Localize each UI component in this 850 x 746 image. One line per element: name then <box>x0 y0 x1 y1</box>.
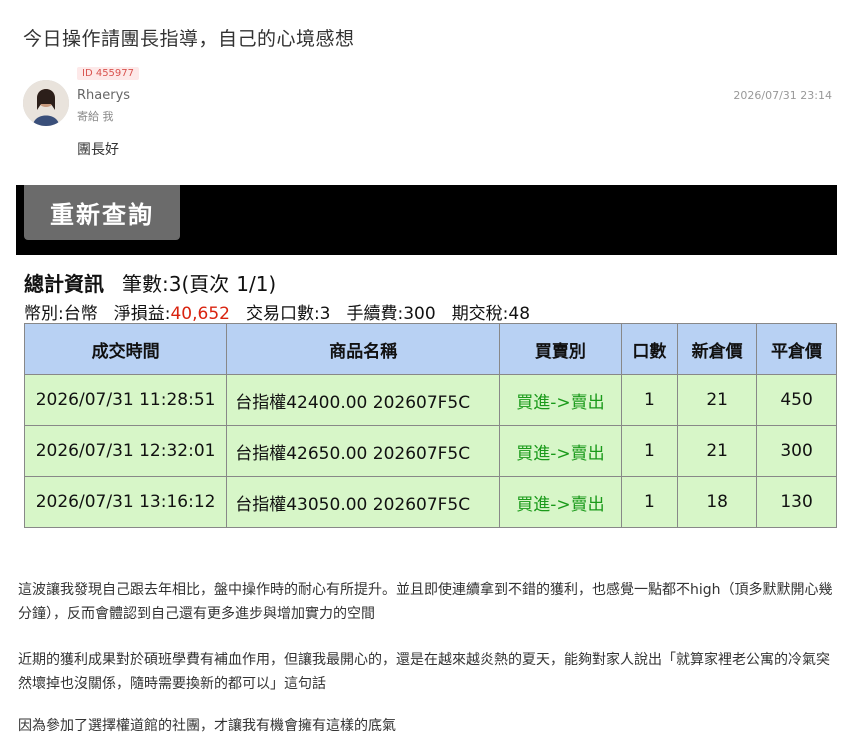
embedded-trade-screenshot: 重新查詢 總計資訊 筆數:3(頁次 1/1) 幣別:台幣 淨損益:40,652 交易口… <box>16 185 837 535</box>
trade-table: 成交時間 商品名稱 買賣別 口數 新倉價 平倉價 2026/07/31 11:2… <box>23 323 837 528</box>
lots: 1 <box>620 425 679 477</box>
column-header: 買賣別 <box>499 323 622 375</box>
product-name: 台指權43050.00 202607F5C <box>226 476 501 528</box>
body-paragraph-2: 近期的獲利成果對於碩班學費有補血作用，但讓我最開心的，還是在越來越炎熱的夏天，能… <box>18 652 830 692</box>
buy-sell: 買進->賣出 <box>499 476 622 528</box>
trade-time: 2026/07/31 12:32:01 <box>23 425 228 477</box>
lots: 1 <box>620 476 679 528</box>
close-price: 300 <box>756 425 837 477</box>
close-price: 130 <box>756 476 837 528</box>
lots-label: 交易口數:3 <box>245 304 331 324</box>
product-name: 台指權42650.00 202607F5C <box>226 425 501 477</box>
net-pl-label: 淨損益: <box>113 304 171 324</box>
message-timestamp: 2026/07/31 23:14 <box>733 89 832 102</box>
buy-sell: 買進->賣出 <box>499 374 622 426</box>
greeting-text: 團長好 <box>77 142 119 158</box>
summary-label: 總計資訊 <box>24 272 104 296</box>
open-price: 21 <box>677 425 758 477</box>
requery-button: 重新查詢 <box>24 185 180 240</box>
lots: 1 <box>620 374 679 426</box>
trade-time: 2026/07/31 11:28:51 <box>23 374 228 426</box>
message-subject: 今日操作請團長指導，自己的心境感想 <box>23 28 355 50</box>
product-name: 台指權42400.00 202607F5C <box>226 374 501 426</box>
tax-label: 期交稅:48 <box>451 304 531 324</box>
column-header: 平倉價 <box>756 323 837 375</box>
column-header: 商品名稱 <box>226 323 501 375</box>
column-header: 新倉價 <box>677 323 758 375</box>
trade-time: 2026/07/31 13:16:12 <box>23 476 228 528</box>
sender-name[interactable]: Rhaerys <box>77 88 130 103</box>
table-header-row: 成交時間 商品名稱 買賣別 口數 新倉價 平倉價 <box>23 323 837 375</box>
summary-line-1: 總計資訊 筆數:3(頁次 1/1) <box>24 268 276 297</box>
column-header: 口數 <box>620 323 679 375</box>
count-label: 筆數:3(頁次 <box>122 272 230 296</box>
summary-line-2: 幣別:台幣 淨損益:40,652 交易口數:3 手續費:300 期交稅:48 <box>24 299 530 324</box>
net-pl-value: 40,652 <box>170 304 230 324</box>
table-row: 2026/07/31 11:28:51 台指權42400.00 202607F5… <box>23 374 837 426</box>
body-paragraph-1: 這波讓我發現自己跟去年相比，盤中操作時的耐心有所提升。並且即使連續拿到不錯的獲利… <box>18 582 833 622</box>
buy-sell: 買進->賣出 <box>499 425 622 477</box>
close-price: 450 <box>756 374 837 426</box>
avatar[interactable] <box>23 80 69 126</box>
recipient-line: 寄給 我 <box>77 110 114 123</box>
fee-label: 手續費:300 <box>346 304 436 324</box>
open-price: 21 <box>677 374 758 426</box>
screenshot-header-bar: 重新查詢 <box>16 185 837 255</box>
column-header: 成交時間 <box>23 323 228 375</box>
id-badge: ID 455977 <box>77 67 140 80</box>
currency-label: 幣別:台幣 <box>24 304 98 324</box>
page-label: 1/1) <box>236 272 277 296</box>
body-paragraph-3: 因為參加了選擇權道館的社團，才讓我有機會擁有這樣的底氣 <box>18 718 396 734</box>
open-price: 18 <box>677 476 758 528</box>
table-row: 2026/07/31 12:32:01 台指權42650.00 202607F5… <box>23 425 837 477</box>
table-row: 2026/07/31 13:16:12 台指權43050.00 202607F5… <box>23 476 837 528</box>
avatar-image <box>23 80 69 126</box>
